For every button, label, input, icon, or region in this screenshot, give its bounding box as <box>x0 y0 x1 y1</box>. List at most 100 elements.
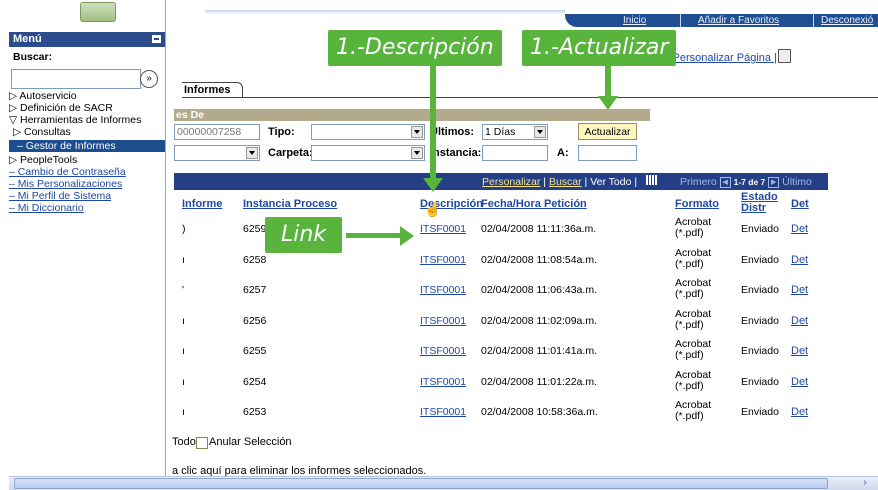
row-det-link[interactable]: Det <box>791 376 808 388</box>
print-page-icon[interactable] <box>778 49 791 63</box>
ultimos-input[interactable]: 1 Días <box>482 124 548 140</box>
tab-informes[interactable]: Informes <box>182 82 243 98</box>
row-formato-cell: Acrobat (*.pdf) <box>675 399 712 422</box>
col-estado[interactable]: Estado Distr <box>741 192 779 214</box>
nav-item-autoservicio[interactable]: ▷ Autoservicio <box>9 90 165 102</box>
row-informe-cell: ' <box>182 284 185 296</box>
instancia-label: Instancia: <box>430 147 482 159</box>
row-estado-cell: Enviado <box>741 314 779 327</box>
row-formato-cell: Acrobat (*.pdf) <box>675 338 712 361</box>
row-det-link[interactable]: Det <box>791 345 808 357</box>
search-go-button[interactable]: » <box>140 70 158 88</box>
menu-search-input[interactable] <box>11 69 141 89</box>
row-formato-cell: Acrobat (*.pdf) <box>675 246 712 270</box>
row-estado-cell: Enviado <box>741 223 779 235</box>
row-formato-cell: Acrobat (*.pdf) <box>675 307 712 331</box>
row-informe-cell: ı <box>182 253 185 266</box>
row-instancia-cell: 6253 <box>243 406 267 418</box>
row-descripcion-link[interactable]: ITSF0001 <box>420 406 466 418</box>
portal-logo <box>80 2 116 22</box>
nav-item-definicion-sacr[interactable]: ▷ Definición de SACR <box>9 102 165 114</box>
row-det-link[interactable]: Det <box>791 254 808 266</box>
instancia-input[interactable] <box>482 145 548 161</box>
row-fecha-cell: 02/04/2008 11:08:54a.m. <box>481 253 597 266</box>
callout-link: Link <box>265 217 343 253</box>
col-instancia[interactable]: Instancia Proceso <box>243 198 337 210</box>
select-all-link[interactable]: Todo <box>172 436 196 448</box>
col-informe[interactable]: Informe <box>182 198 222 210</box>
nav-item-peopletools[interactable]: ▷ PeopleTools <box>9 154 165 166</box>
search-label: Buscar: <box>13 51 53 63</box>
row-fecha-cell: 02/04/2008 10:58:36a.m. <box>481 406 598 418</box>
nav-item-mi-perfil[interactable]: – Mi Perfil de Sistema <box>9 190 165 202</box>
instancia-to-input[interactable] <box>578 145 637 161</box>
left-menu: Menú Buscar: » ▷ Autoservicio ▷ Definici… <box>9 32 165 489</box>
minimize-icon[interactable] <box>152 35 161 43</box>
nav-item-consultas[interactable]: ▷ Consultas <box>9 126 169 138</box>
ultimos-label: Últimos: <box>430 126 474 138</box>
row-det-link[interactable]: Det <box>791 315 808 327</box>
grid-links: Personalizar | Buscar | Ver Todo | <box>482 176 638 188</box>
chevron-down-icon <box>411 147 423 159</box>
callout-actualizar: 1.-Actualizar <box>522 30 677 66</box>
row-instancia-cell: 6254 <box>243 375 267 388</box>
deselect-checkbox[interactable] <box>196 437 208 449</box>
tipo-label: Tipo: <box>268 126 295 138</box>
nav-item-mis-personalizaciones[interactable]: – Mis Personalizaciones <box>9 178 165 190</box>
ver-todo-link[interactable]: Ver Todo <box>590 176 631 188</box>
nav-item-mi-diccionario[interactable]: – Mi Diccionario <box>9 202 165 214</box>
extra-select[interactable] <box>174 145 260 161</box>
scroll-right-icon[interactable]: › <box>856 478 874 488</box>
table-row: ı 6256 ITSF0001 02/04/2008 11:02:09a.m. Acro… <box>174 307 828 335</box>
arrow-head-descripcion <box>423 178 443 192</box>
actualizar-button[interactable]: Actualizar <box>578 123 637 140</box>
col-formato[interactable]: Formato <box>675 198 719 210</box>
pager-first[interactable]: Primero <box>680 176 717 188</box>
section-header: es De <box>174 109 650 121</box>
nav-item-cambio-contrasena[interactable]: – Cambio de Contraseña <box>9 166 165 178</box>
nav-favoritos-link[interactable]: Añadir a Favoritos <box>698 15 779 26</box>
nav-desconexion-link[interactable]: Desconexió <box>821 15 873 26</box>
row-det-link[interactable]: Det <box>791 284 808 296</box>
carpeta-label: Carpeta: <box>268 147 313 159</box>
col-fecha[interactable]: Fecha/Hora Petición <box>481 198 587 210</box>
row-estado-cell: Enviado <box>741 375 779 388</box>
ultimos-value: 1 <box>485 126 491 138</box>
download-grid-icon[interactable] <box>646 175 658 185</box>
personalizar-link[interactable]: Personalizar <box>482 176 540 188</box>
row-descripcion-link[interactable]: ITSF0001 <box>420 223 466 235</box>
chevron-down-icon <box>411 126 423 138</box>
row-det-link[interactable]: Det <box>791 223 808 235</box>
tipo-select[interactable] <box>311 124 425 140</box>
row-informe-cell: ı <box>182 406 185 418</box>
row-instancia-cell: 6255 <box>243 345 267 357</box>
nav-item-herramientas-informes[interactable]: ▽ Herramientas de Informes <box>9 114 165 126</box>
row-informe-cell: ) <box>182 223 186 235</box>
nav-separator <box>680 14 681 27</box>
row-descripcion-link[interactable]: ITSF0001 <box>420 284 466 296</box>
row-descripcion-link[interactable]: ITSF0001 <box>420 345 466 357</box>
scroll-thumb[interactable] <box>14 478 828 489</box>
row-descripcion-link[interactable]: ITSF0001 <box>420 315 466 327</box>
next-arrow-icon[interactable]: ▶ <box>768 176 780 188</box>
nav-inicio-link[interactable]: Inicio <box>623 15 646 26</box>
col-det[interactable]: Det <box>791 198 809 210</box>
pager-last[interactable]: Último <box>782 176 812 188</box>
buscar-link[interactable]: Buscar <box>549 176 582 188</box>
header-shadow <box>205 10 565 14</box>
row-descripcion-link[interactable]: ITSF0001 <box>420 376 466 388</box>
grid-pager: Primero ◀ 1-7 de 7 ▶ Último <box>680 176 812 188</box>
user-id-field[interactable]: 00000007258 <box>174 124 260 140</box>
row-instancia-cell: 6259 <box>243 223 267 235</box>
row-fecha-cell: 02/04/2008 11:11:36a.m. <box>481 223 597 235</box>
row-instancia-cell: 6258 <box>243 253 267 266</box>
row-descripcion-link[interactable]: ITSF0001 <box>420 254 466 266</box>
prev-arrow-icon[interactable]: ◀ <box>719 176 731 188</box>
nav-item-gestor-informes[interactable]: – Gestor de Informes <box>9 140 165 152</box>
arrow-head-actualizar <box>598 96 618 110</box>
row-informe-cell: ı <box>182 375 185 388</box>
row-det-link[interactable]: Det <box>791 406 808 418</box>
row-instancia-cell: 6256 <box>243 314 267 327</box>
carpeta-select[interactable] <box>311 145 425 161</box>
row-formato-cell: Acrobat (*.pdf) <box>675 216 712 239</box>
